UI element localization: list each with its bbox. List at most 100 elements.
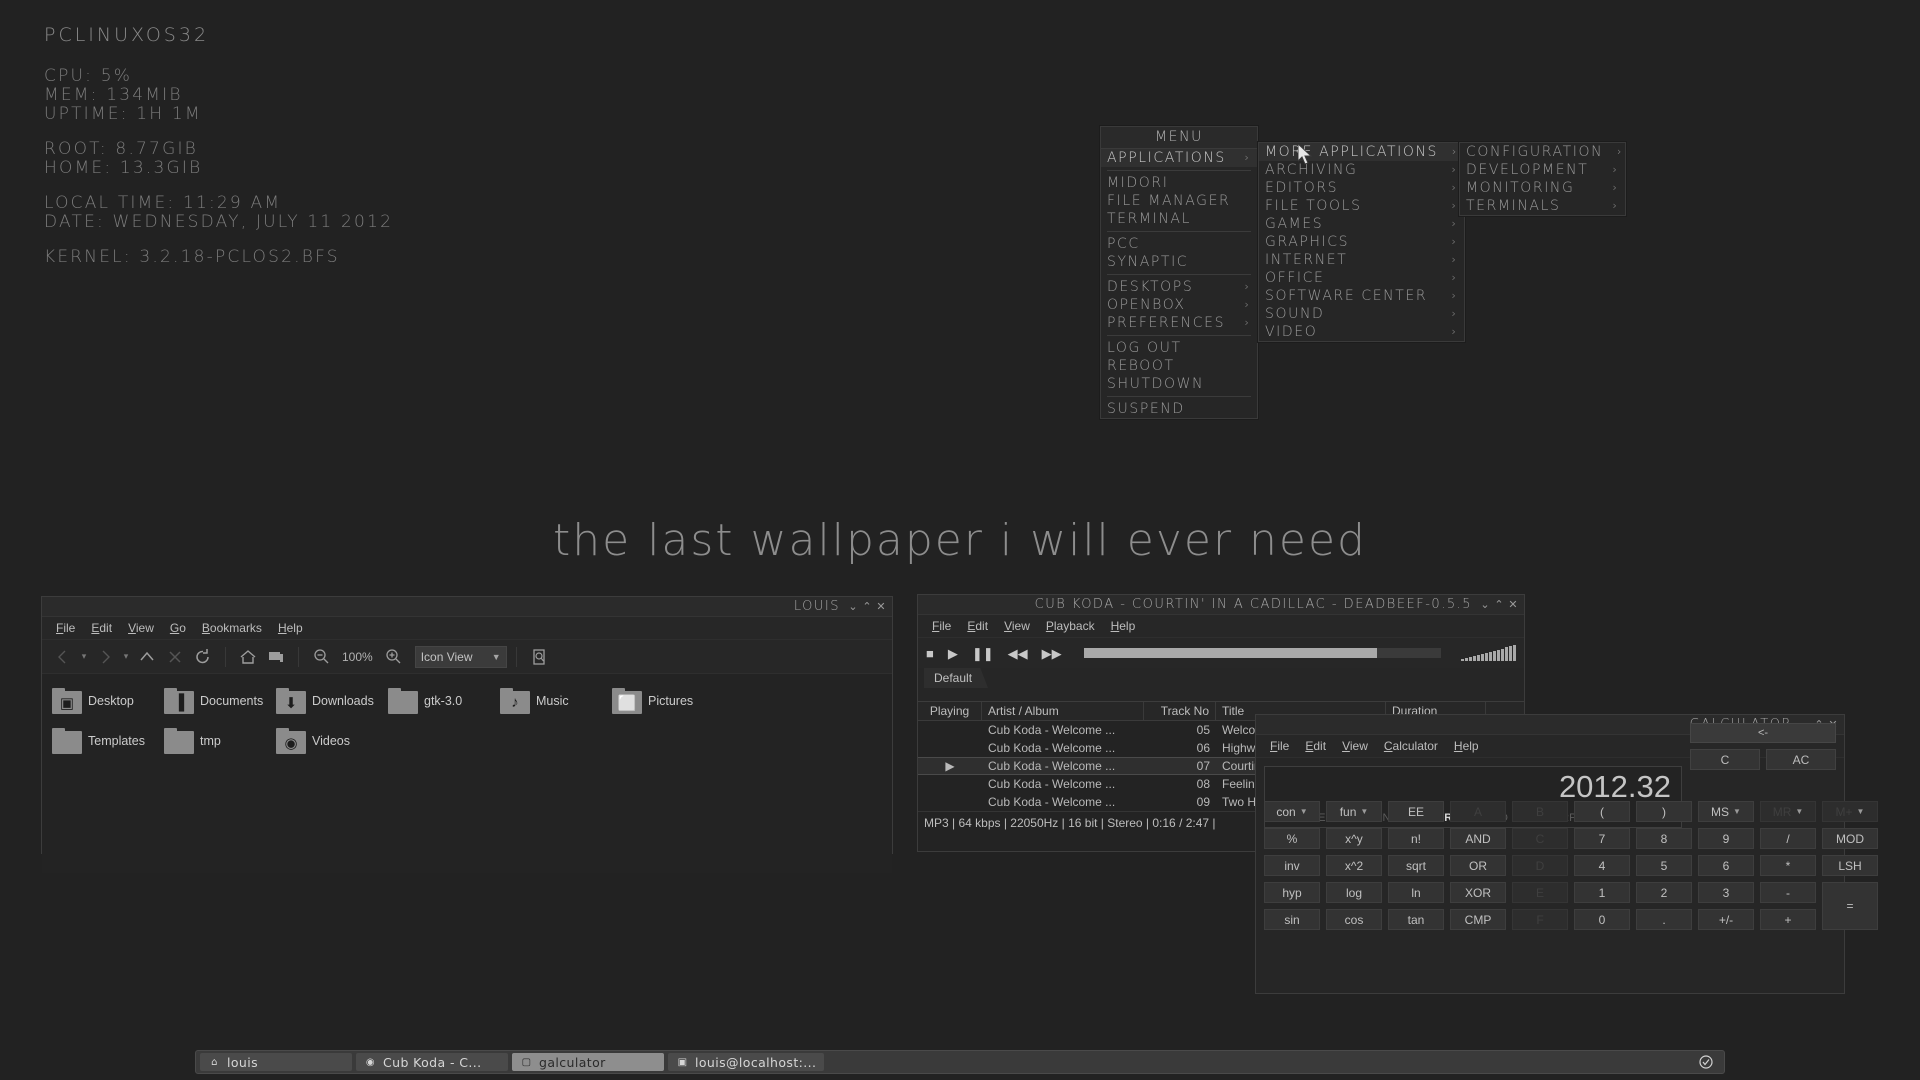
- maximize-icon[interactable]: ⌃: [860, 599, 874, 615]
- file-manager-menubar[interactable]: File Edit View Go Bookmarks Help: [42, 617, 892, 640]
- menu-item-terminal[interactable]: Terminal: [1101, 210, 1257, 228]
- calc-key-lsh[interactable]: LSH: [1822, 855, 1878, 876]
- file-manager-toolbar[interactable]: ▾ ▾ 100% Icon View ▼: [42, 640, 892, 674]
- apps-item-office[interactable]: Office ›: [1259, 269, 1464, 287]
- calc-key-inv[interactable]: inv: [1264, 855, 1320, 876]
- calc-key-xor[interactable]: XOR: [1450, 882, 1506, 903]
- file-manager-menu-help[interactable]: Help: [270, 619, 311, 637]
- calc-key-x[interactable]: ): [1636, 801, 1692, 822]
- column-header-artist-album[interactable]: Artist / Album: [982, 701, 1144, 721]
- openbox-root-menu[interactable]: menu Applications › Midori File Manager Term…: [1100, 126, 1258, 419]
- calc-key-xpowy[interactable]: x^y: [1326, 828, 1382, 849]
- column-header-track-no[interactable]: Track No: [1144, 701, 1216, 721]
- more-item-monitoring[interactable]: Monitoring ›: [1460, 179, 1625, 197]
- calc-key-9[interactable]: 9: [1698, 828, 1754, 849]
- seek-bar[interactable]: [1083, 648, 1441, 658]
- calc-key-1[interactable]: 1: [1574, 882, 1630, 903]
- file-manager-window[interactable]: louis ⌄ ⌃ ✕ File Edit View Go Bookmarks Help …: [41, 596, 893, 873]
- calc-key-x[interactable]: %: [1264, 828, 1320, 849]
- calc-key-or[interactable]: OR: [1450, 855, 1506, 876]
- up-icon[interactable]: [134, 644, 160, 670]
- close-icon[interactable]: ✕: [874, 599, 888, 615]
- playlist-tab-default[interactable]: Default: [924, 668, 989, 688]
- menu-item-log-out[interactable]: Log Out: [1101, 339, 1257, 357]
- calc-key-2[interactable]: 2: [1636, 882, 1692, 903]
- file-manager-menu-bookmarks[interactable]: Bookmarks: [194, 619, 270, 637]
- calculator-menu-calculator[interactable]: Calculator: [1376, 737, 1446, 755]
- calc-key-6[interactable]: 6: [1698, 855, 1754, 876]
- calc-key-/[interactable]: /: [1760, 828, 1816, 849]
- menu-item-synaptic[interactable]: Synaptic: [1101, 253, 1257, 271]
- file-item-documents[interactable]: ▐ Documents: [164, 688, 276, 714]
- menu-item-reboot[interactable]: Reboot: [1101, 357, 1257, 375]
- menu-item-shutdown[interactable]: Shutdown: [1101, 375, 1257, 393]
- calc-key-0[interactable]: 0: [1574, 909, 1630, 930]
- player-titlebar[interactable]: Cub Koda - Courtin' In A Cadillac - DeaD…: [918, 595, 1524, 615]
- apps-item-more-applications[interactable]: More Applications ›: [1259, 143, 1464, 161]
- search-icon[interactable]: [526, 644, 552, 670]
- calc-key-7[interactable]: 7: [1574, 828, 1630, 849]
- apps-item-file-tools[interactable]: File Tools ›: [1259, 197, 1464, 215]
- taskbar-item-louis-localhost-[interactable]: ▣ louis@localhost:...: [668, 1053, 825, 1071]
- calc-key-.[interactable]: .: [1636, 909, 1692, 930]
- player-menu-view[interactable]: View: [996, 617, 1038, 635]
- backspace-button[interactable]: <-: [1690, 723, 1836, 743]
- apps-item-archiving[interactable]: Archiving ›: [1259, 161, 1464, 179]
- taskbar-item-louis[interactable]: ⌂ louis: [200, 1053, 352, 1071]
- apps-item-editors[interactable]: Editors ›: [1259, 179, 1464, 197]
- calc-key-xpow2[interactable]: x^2: [1326, 855, 1382, 876]
- calculator-window[interactable]: galculator ⌄ ⌃ ✕ FileEditViewCalculatorH…: [1255, 714, 1878, 994]
- file-manager-menu-view[interactable]: View: [120, 619, 162, 637]
- calc-key-4[interactable]: 4: [1574, 855, 1630, 876]
- view-mode-select[interactable]: Icon View ▼: [414, 645, 507, 668]
- calc-key-3[interactable]: 3: [1698, 882, 1754, 903]
- apps-item-internet[interactable]: Internet ›: [1259, 251, 1464, 269]
- calc-key-nx[interactable]: n!: [1388, 828, 1444, 849]
- close-icon[interactable]: ✕: [1506, 597, 1520, 613]
- forward-icon[interactable]: [92, 644, 118, 670]
- calc-key-8[interactable]: 8: [1636, 828, 1692, 849]
- check-circle-icon[interactable]: [1698, 1054, 1714, 1070]
- player-menu-edit[interactable]: Edit: [959, 617, 996, 635]
- apps-item-software-center[interactable]: Software Center ›: [1259, 287, 1464, 305]
- calc-key-tan[interactable]: tan: [1388, 909, 1444, 930]
- file-manager-menu-go[interactable]: Go: [162, 619, 194, 637]
- calc-key-sin[interactable]: sin: [1264, 909, 1320, 930]
- calc-key-+[interactable]: +: [1760, 909, 1816, 930]
- calculator-top-right-keys[interactable]: <- C AC: [1690, 723, 1836, 770]
- reload-icon[interactable]: [190, 644, 216, 670]
- play-button[interactable]: ▶: [948, 647, 958, 660]
- calculator-menu-file[interactable]: File: [1262, 737, 1297, 755]
- calc-key-con[interactable]: con ▼: [1264, 801, 1320, 822]
- calc-key-sqrt[interactable]: sqrt: [1388, 855, 1444, 876]
- zoom-in-icon[interactable]: [381, 644, 407, 670]
- taskbar-item-cub-koda-c-[interactable]: ◉ Cub Koda - C...: [356, 1053, 508, 1071]
- file-item-downloads[interactable]: ⬇ Downloads: [276, 688, 388, 714]
- calc-key-+/-[interactable]: +/-: [1698, 909, 1754, 930]
- file-item-desktop[interactable]: ▣ Desktop: [52, 688, 164, 714]
- zoom-out-icon[interactable]: [308, 644, 334, 670]
- menu-item-pcc[interactable]: PCC: [1101, 235, 1257, 253]
- stop-icon[interactable]: [162, 644, 188, 670]
- clear-button[interactable]: C: [1690, 749, 1760, 770]
- back-history-caret-icon[interactable]: ▾: [78, 651, 90, 662]
- menu-item-openbox[interactable]: Openbox ›: [1101, 296, 1257, 314]
- applications-submenu[interactable]: More Applications › Archiving › Editors › File…: [1258, 142, 1465, 342]
- file-manager-menu-edit[interactable]: Edit: [83, 619, 120, 637]
- volume-slider[interactable]: [1461, 645, 1516, 661]
- more-item-configuration[interactable]: Configuration ›: [1460, 143, 1625, 161]
- calc-key-hyp[interactable]: hyp: [1264, 882, 1320, 903]
- music-player-window[interactable]: Cub Koda - Courtin' In A Cadillac - DeaD…: [917, 594, 1525, 702]
- calc-key-=[interactable]: =: [1822, 882, 1878, 930]
- calc-key-and[interactable]: AND: [1450, 828, 1506, 849]
- calc-key-mod[interactable]: MOD: [1822, 828, 1878, 849]
- more-applications-submenu[interactable]: Configuration › Development › Monitoring › Ter…: [1459, 142, 1626, 216]
- apps-item-sound[interactable]: Sound ›: [1259, 305, 1464, 323]
- player-menu-file[interactable]: File: [924, 617, 959, 635]
- all-clear-button[interactable]: AC: [1766, 749, 1836, 770]
- menu-item-file-manager[interactable]: File Manager: [1101, 192, 1257, 210]
- calc-key-log[interactable]: log: [1326, 882, 1382, 903]
- menu-item-preferences[interactable]: Preferences ›: [1101, 314, 1257, 332]
- minimize-icon[interactable]: ⌄: [846, 599, 860, 615]
- calc-key-x[interactable]: (: [1574, 801, 1630, 822]
